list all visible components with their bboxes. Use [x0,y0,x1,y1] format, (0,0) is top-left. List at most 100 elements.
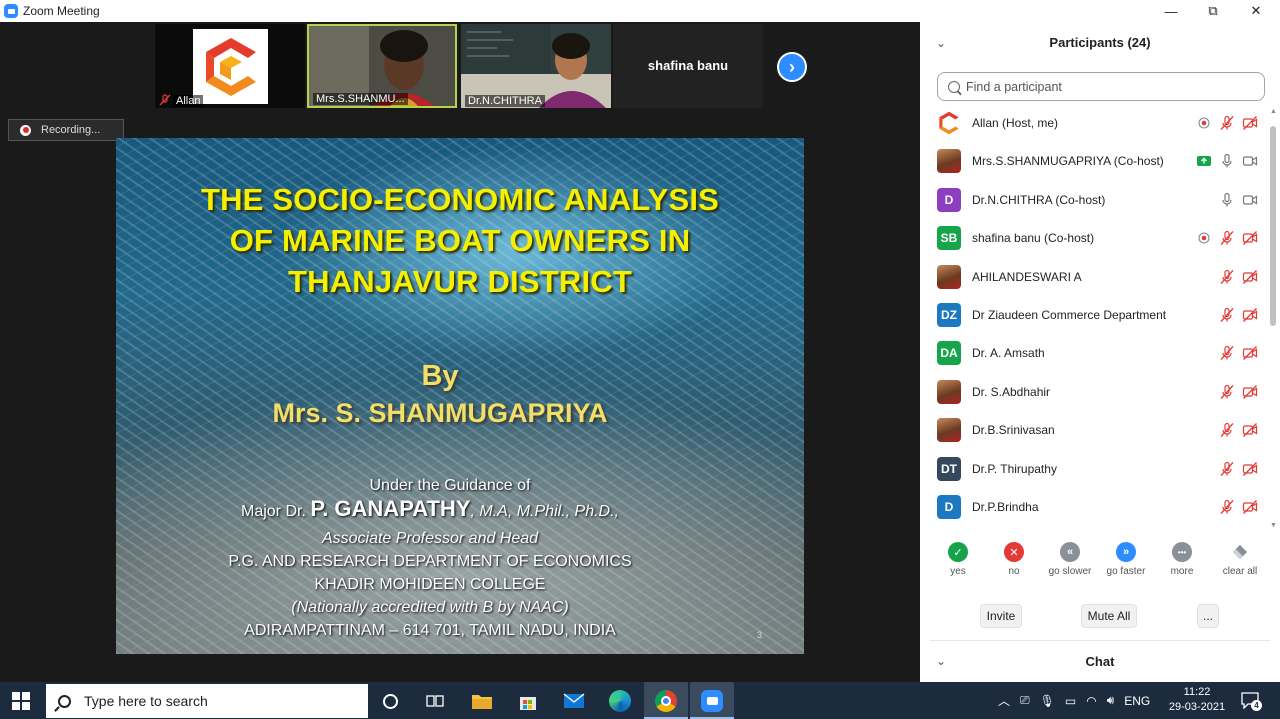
mic-muted-icon[interactable] [1219,230,1235,246]
reaction-no-button[interactable]: ✕ no [984,542,1044,577]
mic-muted-icon[interactable] [1219,422,1235,438]
scroll-up-arrow-icon[interactable]: ▲ [1270,108,1277,115]
tile-name: Allan [173,95,204,107]
mute-all-button[interactable]: Mute All [1081,604,1137,628]
video-off-icon[interactable] [1242,230,1258,246]
video-off-icon[interactable] [1242,307,1258,323]
scroll-down-arrow-icon[interactable]: ▼ [1270,522,1277,529]
avatar-initials: D [937,495,961,519]
language-indicator[interactable]: ENG [1124,694,1150,708]
guide-prefix: Major Dr. [241,503,306,520]
file-explorer-icon[interactable] [468,687,496,715]
minimize-button[interactable]: — [1150,0,1192,22]
video-off-icon[interactable] [1242,499,1258,515]
search-icon [948,80,960,93]
reaction-go-faster-button[interactable]: » go faster [1096,542,1156,577]
slide-guidance-intro: Under the Guidance of [369,477,531,494]
window-title: Zoom Meeting [23,4,100,18]
video-off-icon[interactable] [1242,384,1258,400]
participant-row[interactable]: D Dr.N.CHITHRA (Co-host) [920,181,1270,219]
chrome-icon[interactable] [652,687,680,715]
video-on-icon[interactable] [1242,192,1258,208]
participant-row[interactable]: Dr. S.Abdhahir [920,373,1270,411]
video-on-icon[interactable] [1242,153,1258,169]
tile-name: shafina banu [647,58,729,73]
reaction-label: no [1008,566,1020,577]
allan-logo [193,29,268,104]
reaction-yes-button[interactable]: ✓ yes [928,542,988,577]
mail-icon[interactable] [560,687,588,715]
wifi-icon[interactable]: ◠ [1086,694,1096,708]
mic-on-icon[interactable] [1219,192,1235,208]
task-view-icon[interactable] [421,687,449,715]
participant-row[interactable]: DA Dr. A. Amsath [920,334,1270,372]
participant-row[interactable]: DZ Dr Ziaudeen Commerce Department [920,296,1270,334]
mic-muted-icon[interactable] [1219,345,1235,361]
microsoft-store-icon[interactable] [514,687,542,715]
cortana-icon[interactable] [376,687,404,715]
slide-by: By [421,360,459,392]
mic-muted-icon[interactable] [1219,307,1235,323]
video-off-icon[interactable] [1242,422,1258,438]
recording-indicator[interactable]: Recording... [8,119,124,141]
video-tile-allan[interactable]: Allan [155,24,305,108]
participant-row[interactable]: DT Dr.P. Thirupathy [920,450,1270,488]
zoom-taskbar-icon[interactable] [698,687,726,715]
avatar-photo [937,418,961,443]
taskbar-clock[interactable]: 11:22 29-03-2021 [1162,685,1232,715]
participant-row[interactable]: AHILANDESWARI A [920,258,1270,296]
chat-section-header[interactable]: ⌄ Chat [920,646,1280,676]
edge-browser-icon[interactable] [606,687,634,715]
video-off-icon[interactable] [1242,115,1258,131]
participant-search[interactable] [937,72,1265,101]
participant-row[interactable]: SB shafina banu (Co-host) [920,219,1270,257]
meet-now-icon[interactable]: ⎚ [1020,693,1030,708]
taskbar-search-box[interactable]: Type here to search [46,684,368,718]
battery-icon[interactable]: ▭ [1065,694,1076,708]
notifications-icon[interactable]: 4 [1240,691,1262,711]
windows-start-icon[interactable] [12,692,30,710]
reaction-label: yes [950,566,966,577]
slide-college: KHADIR MOHIDEEN COLLEGE [314,576,546,593]
show-hidden-icons-icon[interactable]: ︿ [998,692,1010,709]
meeting-area: Allan Mrs.S.SHANMU... Dr.N.CHITHRA shafi… [0,22,920,682]
participant-row[interactable]: Mrs.S.SHANMUGAPRIYA (Co-host) [920,142,1270,180]
more-options-button[interactable]: ... [1197,604,1219,628]
microphone-icon[interactable]: 🎙︎ [1040,694,1055,708]
video-off-icon[interactable] [1242,461,1258,477]
avatar-initials: DT [937,456,961,481]
video-off-icon[interactable] [1242,345,1258,361]
video-off-icon[interactable] [1242,269,1258,285]
participant-search-input[interactable] [966,79,1256,94]
recording-status-icon[interactable] [1196,230,1212,246]
close-button[interactable]: ✕ [1235,0,1277,22]
participant-row[interactable]: Dr.B.Srinivasan [920,411,1270,449]
reaction-clear-all-button[interactable]: clear all [1210,542,1270,577]
volume-icon[interactable]: 🔊︎ [1107,693,1115,708]
slide-title-line-3: THANJAVUR DISTRICT [287,264,633,299]
recording-status-icon[interactable] [1196,115,1212,131]
next-page-button[interactable]: › [777,52,807,82]
mic-muted-icon[interactable] [1219,461,1235,477]
participant-row[interactable]: Allan (Host, me) [920,104,1270,142]
avatar-initials: DA [937,341,961,366]
reaction-more-button[interactable]: ••• more [1152,542,1212,577]
mic-muted-icon[interactable] [1219,115,1235,131]
invite-button[interactable]: Invite [980,604,1022,628]
mic-on-icon[interactable] [1219,153,1235,169]
video-tile-shafina-banu[interactable]: shafina banu [613,24,763,108]
mic-muted-icon[interactable] [1219,499,1235,515]
video-tile-shanmugapriya[interactable]: Mrs.S.SHANMU... [307,24,457,108]
video-tile-chithra[interactable]: Dr.N.CHITHRA [461,24,611,108]
mic-muted-icon[interactable] [1219,384,1235,400]
participants-title: Participants (24) [1049,35,1151,50]
participant-name: Dr.P.Brindha [972,500,1039,514]
screen-share-icon[interactable] [1196,153,1212,169]
participants-panel: ⌄ Participants (24) Allan (Host, me) Mrs.… [920,22,1280,682]
participant-row[interactable]: D Dr.P.Brindha [920,488,1270,524]
reaction-go-slower-button[interactable]: « go slower [1040,542,1100,577]
participant-list-scrollbar[interactable] [1270,126,1276,326]
mic-muted-icon[interactable] [1219,269,1235,285]
restore-button[interactable]: ⧉ [1192,0,1234,22]
participant-name: Dr.N.CHITHRA (Co-host) [972,192,1106,207]
